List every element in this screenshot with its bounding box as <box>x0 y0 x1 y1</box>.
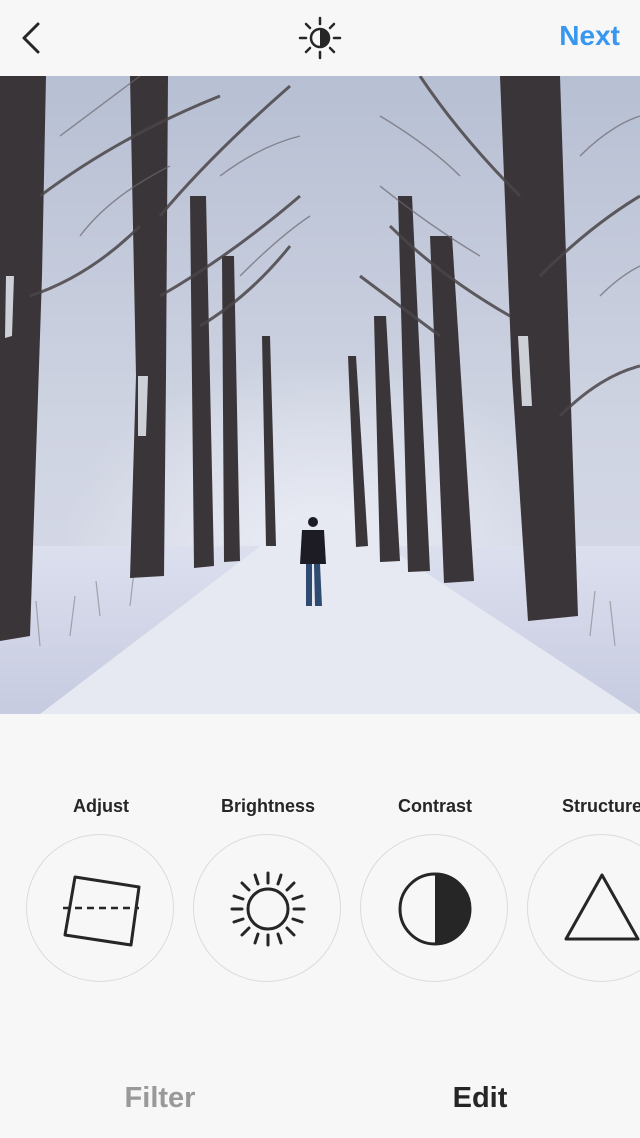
brightness-icon <box>230 871 306 947</box>
adjust-icon <box>63 875 141 947</box>
tab-edit[interactable]: Edit <box>320 1082 640 1115</box>
tool-adjust-circle <box>26 834 174 982</box>
chevron-left-icon <box>22 22 40 54</box>
tool-contrast-circle <box>360 834 508 982</box>
tool-brightness-label: Brightness <box>220 796 316 816</box>
bottom-tab-bar: Filter Edit <box>0 1054 640 1138</box>
contrast-icon <box>398 872 472 946</box>
tool-brightness[interactable]: Brightness <box>193 714 359 1014</box>
top-bar: Next <box>0 0 640 76</box>
lux-sun-icon <box>298 16 342 60</box>
structure-icon <box>564 873 640 941</box>
tab-filter[interactable]: Filter <box>0 1082 320 1115</box>
tool-brightness-circle <box>193 834 341 982</box>
lux-button[interactable] <box>298 16 342 60</box>
tool-structure-label: Structure <box>561 796 640 816</box>
tool-structure[interactable]: Structure <box>527 714 640 1014</box>
tool-adjust-label: Adjust <box>73 796 129 816</box>
snowy-tree-lined-road-photo <box>0 76 640 714</box>
edit-tools-row: Adjust Brightness Contrast Structure <box>0 714 640 1054</box>
tool-contrast[interactable]: Contrast <box>360 714 526 1014</box>
tool-adjust[interactable]: Adjust <box>26 714 192 1014</box>
back-button[interactable] <box>14 18 54 58</box>
tool-structure-circle <box>527 834 640 982</box>
photo-preview <box>0 76 640 714</box>
next-button[interactable]: Next <box>559 20 620 52</box>
tool-contrast-label: Contrast <box>397 796 472 816</box>
